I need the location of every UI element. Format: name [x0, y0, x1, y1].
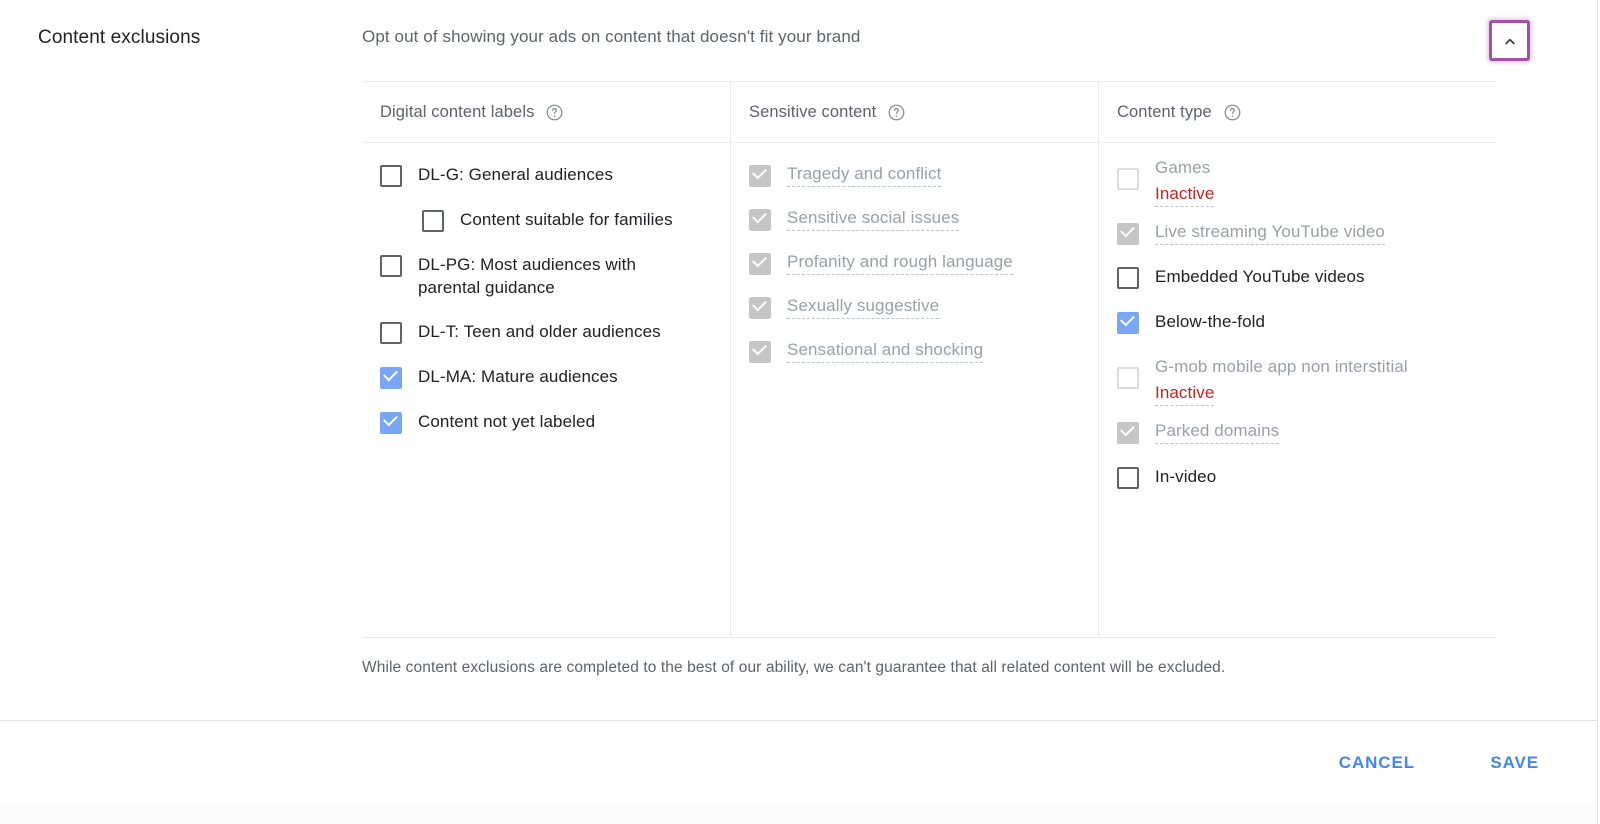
column-content-type: Games Inactive Live streaming YouTube vi… [1098, 143, 1496, 637]
help-circle-icon[interactable] [1223, 103, 1242, 122]
content-exclusions-card: Content exclusions Opt out of showing yo… [0, 0, 1597, 722]
table-header-row: Digital content labels Sensitive content [362, 82, 1496, 143]
checkbox-label: DL-PG: Most audiences with parental guid… [418, 253, 683, 299]
checkbox-label-group: Games Inactive [1155, 157, 1214, 207]
checkbox-content-suitable-for-families[interactable] [422, 210, 444, 232]
checkbox-row-sexually-suggestive: Sexually suggestive [749, 295, 1098, 319]
column-sensitive-content: Tragedy and conflict Sensitive social is… [730, 143, 1098, 637]
checkbox-g-mob-mobile-app-non-interstitial [1117, 367, 1139, 389]
checkbox-content-not-yet-labeled[interactable] [380, 412, 402, 434]
window-right-border [1597, 0, 1598, 824]
collapse-section-button[interactable] [1489, 20, 1530, 61]
checkbox-row-content-suitable-for-families[interactable]: Content suitable for families [422, 208, 730, 232]
checkbox-label: Below-the-fold [1155, 310, 1265, 333]
exclusions-disclaimer: While content exclusions are completed t… [362, 659, 1225, 677]
checkbox-row-parked-domains: Parked domains [1117, 420, 1496, 444]
checkbox-label: Tragedy and conflict [787, 163, 941, 187]
checkbox-row-dl-pg[interactable]: DL-PG: Most audiences with parental guid… [380, 253, 730, 299]
checkbox-dl-g[interactable] [380, 165, 402, 187]
checkbox-label: Embedded YouTube videos [1155, 265, 1365, 288]
checkbox-row-in-video[interactable]: In-video [1117, 465, 1496, 489]
status-badge-inactive: Inactive [1155, 382, 1214, 406]
checkbox-row-profanity-and-rough-language: Profanity and rough language [749, 251, 1098, 275]
table-body: DL-G: General audiences Content suitable… [362, 143, 1496, 637]
column-digital-content-labels: DL-G: General audiences Content suitable… [362, 143, 730, 637]
checkbox-label: Content suitable for families [460, 208, 673, 231]
checkbox-row-embedded-youtube-videos[interactable]: Embedded YouTube videos [1117, 265, 1496, 289]
column-header-sensitive-content: Sensitive content [730, 82, 1098, 142]
content-exclusions-screen: Content exclusions Opt out of showing yo… [0, 0, 1600, 824]
help-circle-icon[interactable] [887, 103, 906, 122]
checkbox-row-dl-ma[interactable]: DL-MA: Mature audiences [380, 365, 730, 389]
checkbox-dl-t[interactable] [380, 322, 402, 344]
chevron-up-icon [1500, 31, 1520, 51]
column-header-label: Content type [1117, 103, 1212, 122]
checkbox-sensitive-social-issues [749, 209, 771, 231]
checkbox-row-tragedy-and-conflict: Tragedy and conflict [749, 163, 1098, 187]
checkbox-dl-pg[interactable] [380, 255, 402, 277]
checkbox-sexually-suggestive [749, 297, 771, 319]
save-button[interactable]: SAVE [1490, 753, 1539, 773]
checkbox-below-the-fold[interactable] [1117, 312, 1139, 334]
checkbox-label: Games [1155, 157, 1214, 179]
checkbox-label: Profanity and rough language [787, 251, 1013, 275]
checkbox-in-video[interactable] [1117, 467, 1139, 489]
checkbox-row-g-mob-mobile-app-non-interstitial: G-mob mobile app non interstitial Inacti… [1117, 356, 1496, 406]
checkbox-row-sensitive-social-issues: Sensitive social issues [749, 207, 1098, 231]
page-bottom-strip [0, 806, 1597, 824]
checkbox-label: DL-T: Teen and older audiences [418, 320, 661, 343]
checkbox-label: Sexually suggestive [787, 295, 939, 319]
checkbox-dl-ma[interactable] [380, 367, 402, 389]
checkbox-label-group: G-mob mobile app non interstitial Inacti… [1155, 356, 1408, 406]
footer-actions: CANCEL SAVE [0, 721, 1597, 806]
checkbox-games [1117, 168, 1139, 190]
section-description: Opt out of showing your ads on content t… [362, 27, 860, 47]
checkbox-row-below-the-fold[interactable]: Below-the-fold [1117, 310, 1496, 334]
checkbox-live-streaming-youtube-video [1117, 223, 1139, 245]
checkbox-row-dl-g[interactable]: DL-G: General audiences [380, 163, 730, 187]
checkbox-embedded-youtube-videos[interactable] [1117, 267, 1139, 289]
checkbox-label: Parked domains [1155, 420, 1279, 444]
checkbox-label: Sensitive social issues [787, 207, 959, 231]
checkbox-label: Sensational and shocking [787, 339, 983, 363]
page-title: Content exclusions [38, 27, 200, 49]
help-circle-icon[interactable] [545, 103, 564, 122]
status-badge-inactive: Inactive [1155, 183, 1214, 207]
checkbox-label: Content not yet labeled [418, 410, 595, 433]
checkbox-row-games: Games Inactive [1117, 157, 1496, 207]
content-exclusions-table: Digital content labels Sensitive content [362, 81, 1496, 638]
column-header-label: Digital content labels [380, 103, 534, 122]
checkbox-label: G-mob mobile app non interstitial [1155, 356, 1408, 378]
column-header-content-type: Content type [1098, 82, 1496, 142]
checkbox-sensational-and-shocking [749, 341, 771, 363]
column-header-label: Sensitive content [749, 103, 876, 122]
checkbox-parked-domains [1117, 422, 1139, 444]
checkbox-label: Live streaming YouTube video [1155, 221, 1385, 245]
checkbox-row-live-streaming-youtube-video: Live streaming YouTube video [1117, 221, 1496, 245]
checkbox-row-sensational-and-shocking: Sensational and shocking [749, 339, 1098, 363]
checkbox-profanity-and-rough-language [749, 253, 771, 275]
checkbox-row-dl-t[interactable]: DL-T: Teen and older audiences [380, 320, 730, 344]
checkbox-label: DL-MA: Mature audiences [418, 365, 618, 388]
checkbox-label: DL-G: General audiences [418, 163, 613, 186]
cancel-button[interactable]: CANCEL [1339, 753, 1415, 773]
column-header-digital-content-labels: Digital content labels [362, 82, 730, 142]
checkbox-label: In-video [1155, 465, 1216, 488]
checkbox-tragedy-and-conflict [749, 165, 771, 187]
checkbox-row-content-not-yet-labeled[interactable]: Content not yet labeled [380, 410, 730, 434]
